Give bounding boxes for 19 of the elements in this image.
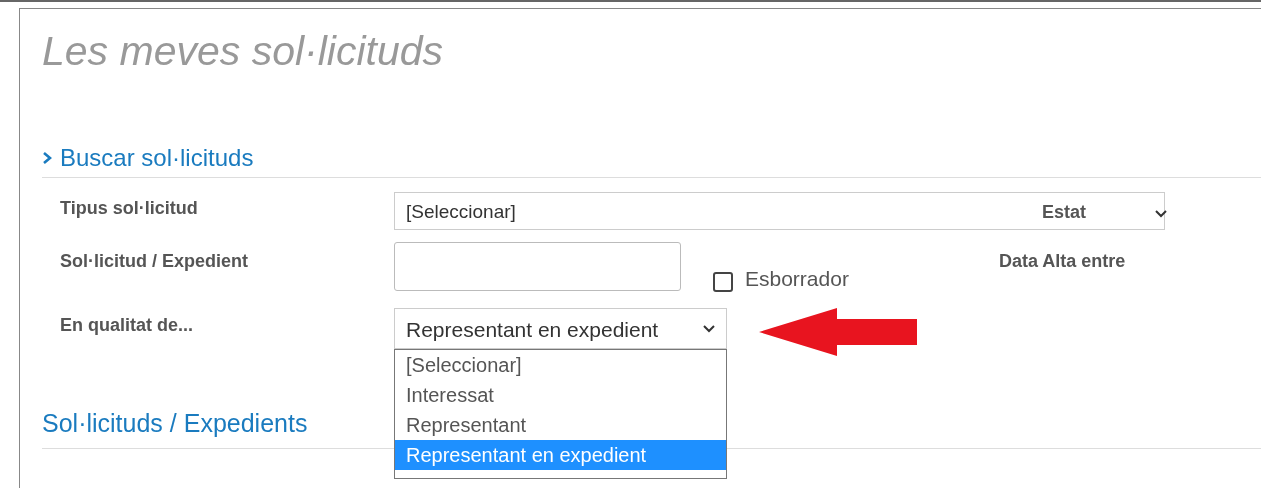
checkbox-label: Esborrador [745,265,849,292]
field-label: Sol·licitud / Expedient [59,250,249,273]
select-field[interactable]: Representant en expedient [394,308,727,349]
chevron-down-icon [703,324,715,333]
section-heading[interactable]: Buscar sol·licituds [60,140,254,176]
field-label: Data Alta entre [998,250,1126,273]
chevron-right-icon [42,151,52,165]
chevron-down-icon [1155,209,1167,218]
section-heading: Sol·licituds / Expedients [42,407,308,439]
field-label: Tipus sol·licitud [59,196,199,220]
arrow-icon [759,308,918,357]
field-label: Estat [1042,201,1087,224]
field-label: En qualitat de... [59,314,194,337]
dropdown-option[interactable]: Interessat [395,380,726,410]
dropdown-option[interactable]: [Seleccionar] [395,350,726,380]
dropdown-option[interactable]: Representant [395,410,726,440]
checkbox[interactable] [713,272,733,292]
input-field[interactable] [394,242,681,291]
page-title: Les meves sol·licituds [42,28,444,74]
